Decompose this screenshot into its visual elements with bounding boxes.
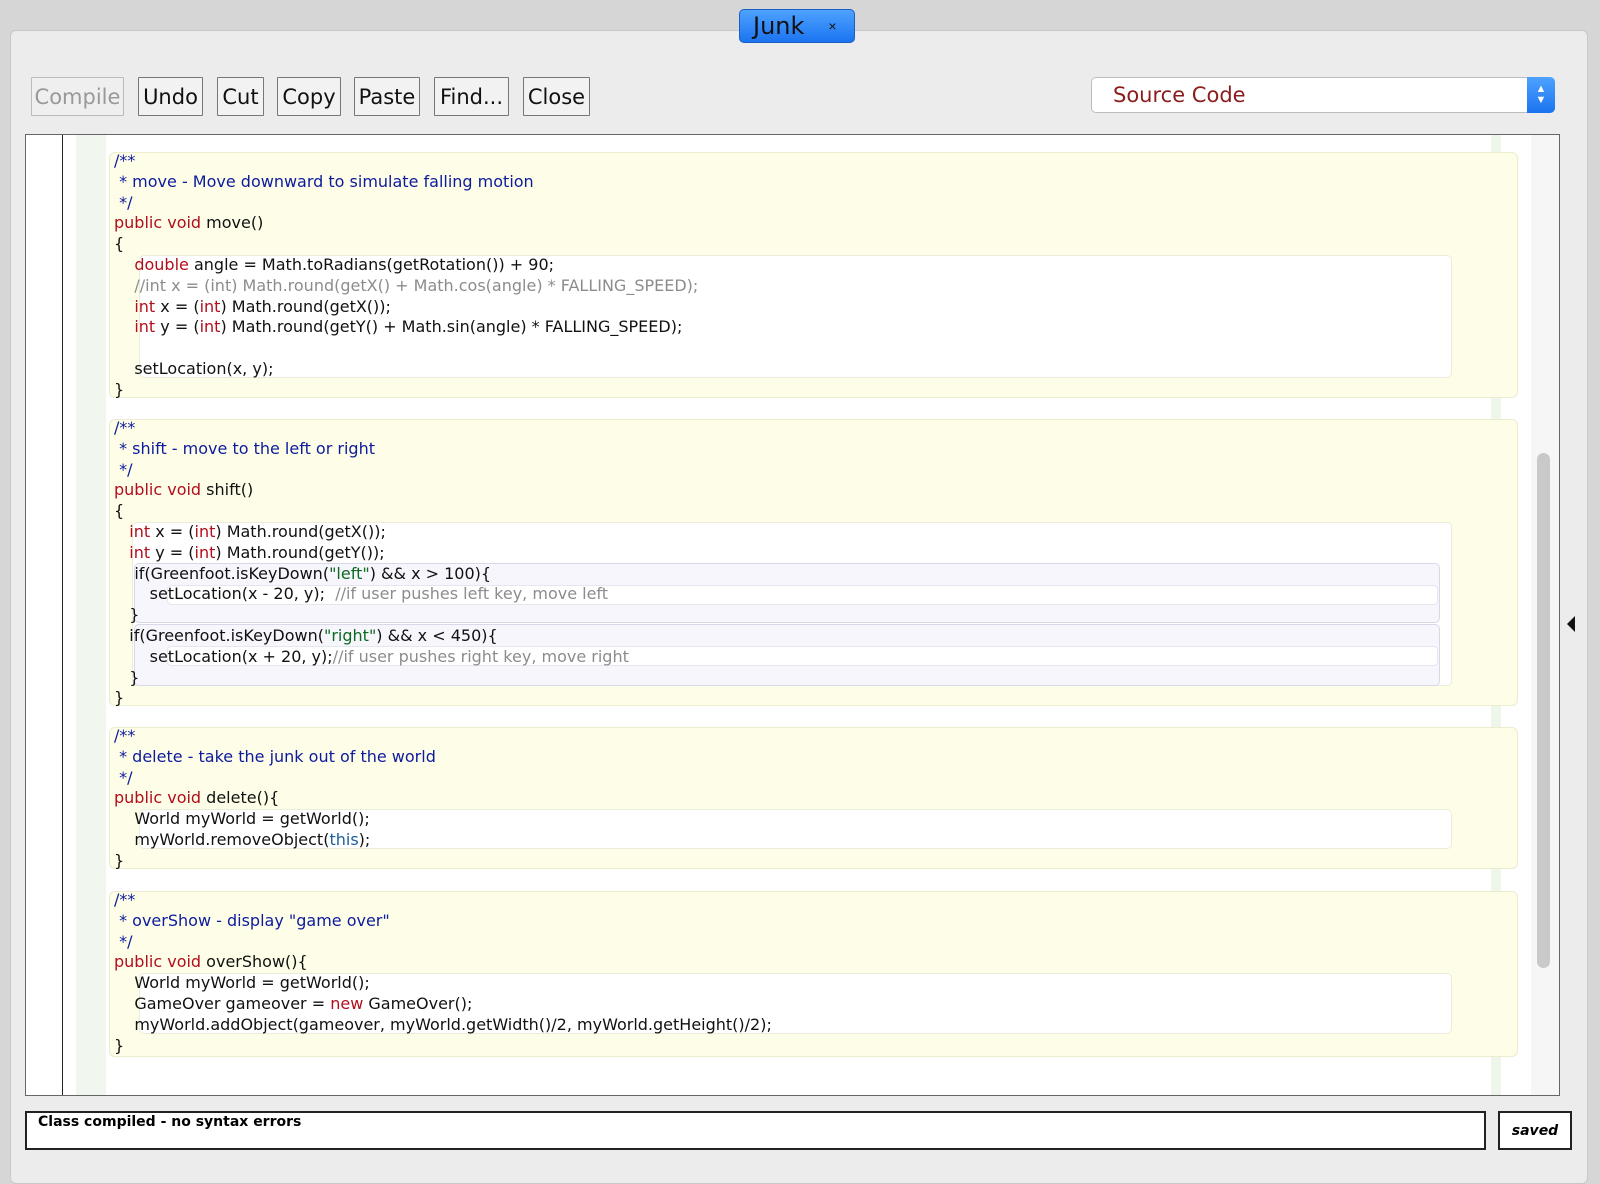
doc-comment: */ bbox=[114, 931, 133, 951]
tab-close-icon[interactable]: × bbox=[828, 18, 836, 34]
brace: } bbox=[114, 1035, 125, 1055]
tab-junk[interactable]: Junk × bbox=[739, 9, 855, 43]
string-literal: "left" bbox=[329, 563, 370, 583]
tab-title: Junk bbox=[753, 12, 805, 40]
doc-comment: /** bbox=[114, 151, 136, 170]
code-text: ) Math.round(getY()); bbox=[215, 542, 385, 562]
code-text: y = ( bbox=[155, 317, 200, 337]
code-text: angle = Math.toRadians(getRotation()) + … bbox=[188, 254, 555, 274]
method-signature: shift() bbox=[201, 480, 254, 500]
view-select[interactable]: Source Code ▲ ▼ bbox=[1091, 77, 1555, 113]
brace: } bbox=[129, 605, 140, 625]
code-text: ) Math.round(getY() + Math.sin(angle) * … bbox=[220, 317, 683, 337]
paste-button[interactable]: Paste bbox=[354, 77, 420, 116]
brace: } bbox=[129, 667, 140, 687]
saved-label: saved bbox=[1511, 1122, 1559, 1139]
string-literal: "right" bbox=[323, 625, 377, 645]
code-move[interactable]: /** * move - Move downward to simulate f… bbox=[114, 151, 698, 401]
line-comment: //if user pushes left key, move left bbox=[335, 584, 609, 604]
method-signature: overShow(){ bbox=[201, 952, 308, 972]
keyword: double bbox=[134, 254, 189, 274]
line-comment: //if user pushes right key, move right bbox=[332, 646, 629, 666]
method-signature: delete(){ bbox=[201, 788, 280, 808]
code-text: myWorld.addObject(gameover, myWorld.getW… bbox=[134, 1014, 772, 1034]
code-text: if(Greenfoot.isKeyDown( bbox=[134, 563, 330, 583]
brace: } bbox=[114, 688, 125, 708]
keyword: int bbox=[129, 521, 151, 541]
keyword: public void bbox=[114, 480, 202, 500]
code-text: ) Math.round(getX()); bbox=[220, 296, 391, 316]
doc-comment: * move - Move downward to simulate falli… bbox=[114, 171, 534, 191]
keyword: int bbox=[194, 521, 216, 541]
keyword: int bbox=[134, 296, 156, 316]
doc-comment: * overShow - display "game over" bbox=[114, 910, 390, 930]
code-text: ) && x < 450){ bbox=[376, 625, 498, 645]
code-text: if(Greenfoot.isKeyDown( bbox=[129, 625, 324, 645]
brace: { bbox=[114, 234, 125, 254]
code-text: GameOver(); bbox=[363, 993, 473, 1013]
code-editor[interactable]: /** * move - Move downward to simulate f… bbox=[25, 134, 1560, 1096]
doc-comment: * delete - take the junk out of the worl… bbox=[114, 746, 436, 766]
code-text: GameOver gameover = bbox=[134, 993, 331, 1013]
saved-indicator: saved bbox=[1498, 1111, 1572, 1150]
code-text: World myWorld = getWorld(); bbox=[134, 973, 370, 993]
code-overshow[interactable]: /** * overShow - display "game over" */ … bbox=[114, 890, 772, 1056]
method-signature: move() bbox=[201, 213, 264, 233]
keyword: int bbox=[194, 542, 216, 562]
code-text: myWorld.removeObject( bbox=[134, 829, 330, 849]
code-text: y = ( bbox=[150, 542, 195, 562]
code-text: ); bbox=[358, 829, 371, 849]
keyword: int bbox=[134, 317, 156, 337]
select-updown-icon: ▲ ▼ bbox=[1527, 77, 1555, 113]
collapse-arrow-icon[interactable] bbox=[1567, 616, 1575, 632]
keyword: int bbox=[129, 542, 151, 562]
code-text: World myWorld = getWorld(); bbox=[134, 809, 370, 829]
code-delete[interactable]: /** * delete - take the junk out of the … bbox=[114, 726, 436, 872]
view-select-value: Source Code bbox=[1113, 83, 1246, 107]
find-button[interactable]: Find... bbox=[434, 77, 509, 116]
doc-comment: /** bbox=[114, 418, 136, 437]
copy-button[interactable]: Copy bbox=[277, 77, 341, 116]
keyword: public void bbox=[114, 213, 202, 233]
code-shift[interactable]: /** * shift - move to the left or right … bbox=[114, 418, 629, 709]
close-button[interactable]: Close bbox=[523, 77, 590, 116]
status-bar: Class compiled - no syntax errors bbox=[25, 1111, 1486, 1150]
line-comment: //int x = (int) Math.round(getX() + Math… bbox=[134, 275, 699, 295]
doc-comment: /** bbox=[114, 726, 136, 745]
gutter-divider bbox=[62, 135, 63, 1095]
brace: } bbox=[114, 379, 125, 399]
compile-button[interactable]: Compile bbox=[31, 77, 124, 116]
scope-strip bbox=[76, 135, 106, 1095]
doc-comment: */ bbox=[114, 767, 133, 787]
keyword: public void bbox=[114, 788, 202, 808]
code-text: setLocation(x, y); bbox=[134, 358, 274, 378]
code-text: ) Math.round(getX()); bbox=[215, 521, 386, 541]
status-message: Class compiled - no syntax errors bbox=[38, 1114, 302, 1130]
brace: } bbox=[114, 850, 125, 870]
keyword: int bbox=[199, 296, 221, 316]
keyword-this: this bbox=[329, 829, 359, 849]
scrollbar-thumb[interactable] bbox=[1537, 453, 1550, 968]
code-text: setLocation(x - 20, y); bbox=[149, 584, 336, 604]
keyword: int bbox=[199, 317, 221, 337]
code-text: x = ( bbox=[155, 296, 200, 316]
undo-button[interactable]: Undo bbox=[138, 77, 203, 116]
brace: { bbox=[114, 501, 125, 521]
keyword: public void bbox=[114, 952, 202, 972]
code-text: x = ( bbox=[150, 521, 195, 541]
doc-comment: */ bbox=[114, 459, 133, 479]
keyword: new bbox=[330, 993, 364, 1013]
code-text: ) && x > 100){ bbox=[369, 563, 492, 583]
code-text: setLocation(x + 20, y); bbox=[149, 646, 333, 666]
doc-comment: /** bbox=[114, 890, 136, 909]
doc-comment: * shift - move to the left or right bbox=[114, 438, 375, 458]
doc-comment: */ bbox=[114, 192, 133, 212]
cut-button[interactable]: Cut bbox=[217, 77, 264, 116]
